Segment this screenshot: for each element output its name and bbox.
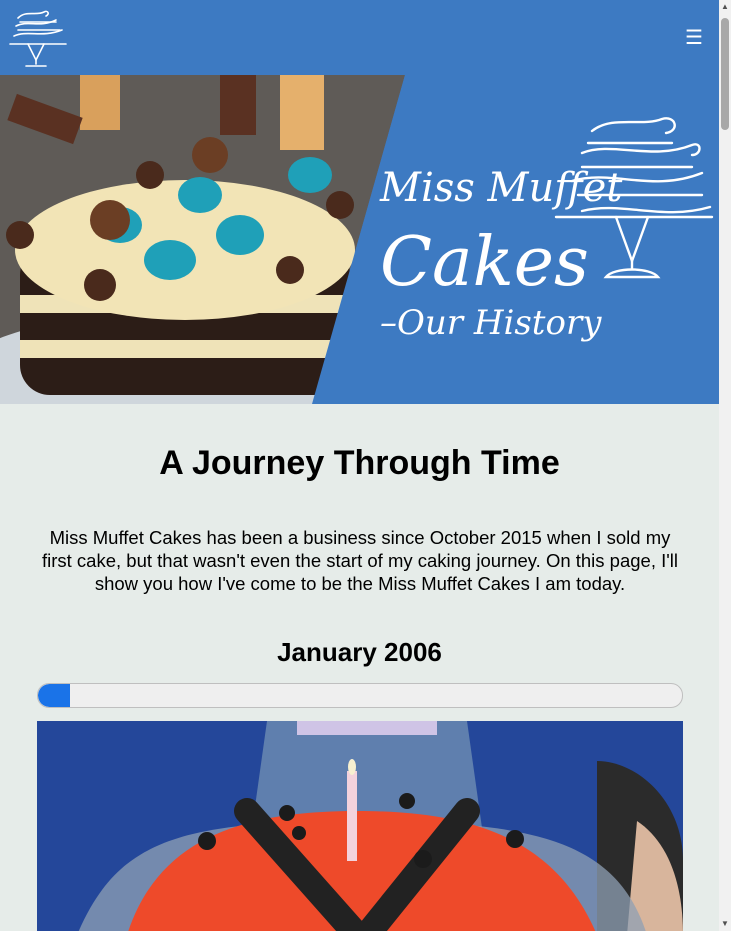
cake-stand-illustration: [554, 117, 714, 279]
scroll-up-arrow-icon[interactable]: ▲: [719, 0, 731, 14]
scrollbar-thumb[interactable]: [721, 18, 729, 130]
intro-paragraph: Miss Muffet Cakes has been a business si…: [41, 527, 679, 594]
page: ☰ Miss Muffet Cakes –Our History A Journ…: [0, 0, 719, 931]
timeline-date: January 2006: [277, 637, 442, 667]
hero-title-line3: –Our History: [380, 303, 602, 343]
hamburger-menu-icon[interactable]: ☰: [682, 26, 706, 50]
cake-stand-logo[interactable]: [6, 4, 68, 70]
page-title: A Journey Through Time: [159, 444, 560, 482]
hero-banner: Miss Muffet Cakes –Our History: [0, 75, 719, 404]
ladybird-cake-photo: [37, 721, 683, 931]
timeline-progress-fill: [38, 684, 71, 707]
scroll-down-arrow-icon[interactable]: ▼: [719, 917, 731, 931]
vertical-scrollbar[interactable]: ▲ ▼: [719, 0, 731, 931]
site-header: ☰: [0, 0, 719, 75]
timeline-progress-bar[interactable]: [37, 683, 683, 708]
